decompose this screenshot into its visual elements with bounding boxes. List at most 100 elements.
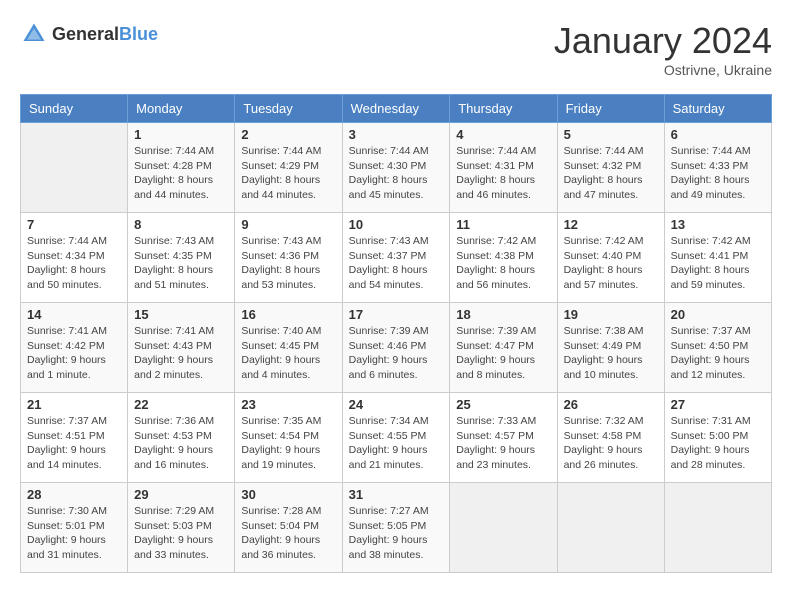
table-row: 11 Sunrise: 7:42 AMSunset: 4:38 PMDayligh…: [450, 213, 557, 303]
table-row: 19 Sunrise: 7:38 AMSunset: 4:49 PMDayligh…: [557, 303, 664, 393]
day-info: Sunrise: 7:39 AMSunset: 4:47 PMDaylight:…: [456, 324, 550, 383]
calendar-table: Sunday Monday Tuesday Wednesday Thursday…: [20, 94, 772, 573]
table-row: 16 Sunrise: 7:40 AMSunset: 4:45 PMDayligh…: [235, 303, 342, 393]
header-saturday: Saturday: [664, 95, 771, 123]
table-row: 25 Sunrise: 7:33 AMSunset: 4:57 PMDayligh…: [450, 393, 557, 483]
day-number: 16: [241, 307, 335, 322]
day-info: Sunrise: 7:44 AMSunset: 4:33 PMDaylight:…: [671, 144, 765, 203]
table-row: [450, 483, 557, 573]
day-number: 19: [564, 307, 658, 322]
table-row: 9 Sunrise: 7:43 AMSunset: 4:36 PMDaylight…: [235, 213, 342, 303]
table-row: 29Sunrise: 7:29 AMSunset: 5:03 PMDayligh…: [128, 483, 235, 573]
logo-text-blue: Blue: [119, 24, 158, 44]
table-row: 8 Sunrise: 7:43 AMSunset: 4:35 PMDaylight…: [128, 213, 235, 303]
day-info: Sunrise: 7:44 AMSunset: 4:29 PMDaylight:…: [241, 144, 335, 203]
day-info: Sunrise: 7:44 AMSunset: 4:28 PMDaylight:…: [134, 144, 228, 203]
day-info: Sunrise: 7:31 AMSunset: 5:00 PMDaylight:…: [671, 414, 765, 473]
table-row: 12 Sunrise: 7:42 AMSunset: 4:40 PMDayligh…: [557, 213, 664, 303]
day-info: Sunrise: 7:40 AMSunset: 4:45 PMDaylight:…: [241, 324, 335, 383]
day-number: 29: [134, 487, 228, 502]
table-row: 20 Sunrise: 7:37 AMSunset: 4:50 PMDayligh…: [664, 303, 771, 393]
day-info: Sunrise: 7:41 AMSunset: 4:43 PMDaylight:…: [134, 324, 228, 383]
day-number: 31: [349, 487, 444, 502]
day-info: Sunrise: 7:43 AMSunset: 4:37 PMDaylight:…: [349, 234, 444, 293]
header-wednesday: Wednesday: [342, 95, 450, 123]
day-info: Sunrise: 7:43 AMSunset: 4:36 PMDaylight:…: [241, 234, 335, 293]
day-info: Sunrise: 7:44 AMSunset: 4:31 PMDaylight:…: [456, 144, 550, 203]
day-info: Sunrise: 7:35 AMSunset: 4:54 PMDaylight:…: [241, 414, 335, 473]
day-info: Sunrise: 7:38 AMSunset: 4:49 PMDaylight:…: [564, 324, 658, 383]
header-sunday: Sunday: [21, 95, 128, 123]
header-monday: Monday: [128, 95, 235, 123]
day-number: 24: [349, 397, 444, 412]
table-row: 26 Sunrise: 7:32 AMSunset: 4:58 PMDayligh…: [557, 393, 664, 483]
table-row: 2Sunrise: 7:44 AMSunset: 4:29 PMDaylight…: [235, 123, 342, 213]
day-number: 1: [134, 127, 228, 142]
day-number: 20: [671, 307, 765, 322]
day-number: 23: [241, 397, 335, 412]
table-row: 4 Sunrise: 7:44 AMSunset: 4:31 PMDaylight…: [450, 123, 557, 213]
table-row: 24 Sunrise: 7:34 AMSunset: 4:55 PMDayligh…: [342, 393, 450, 483]
table-row: 18 Sunrise: 7:39 AMSunset: 4:47 PMDayligh…: [450, 303, 557, 393]
day-number: 25: [456, 397, 550, 412]
day-info: Sunrise: 7:33 AMSunset: 4:57 PMDaylight:…: [456, 414, 550, 473]
table-row: [21, 123, 128, 213]
day-number: 3: [349, 127, 444, 142]
day-info: Sunrise: 7:43 AMSunset: 4:35 PMDaylight:…: [134, 234, 228, 293]
title-block: January 2024 Ostrivne, Ukraine: [554, 20, 772, 78]
day-number: 21: [27, 397, 121, 412]
day-number: 8: [134, 217, 228, 232]
day-info: Sunrise: 7:37 AMSunset: 4:50 PMDaylight:…: [671, 324, 765, 383]
table-row: 23 Sunrise: 7:35 AMSunset: 4:54 PMDayligh…: [235, 393, 342, 483]
day-number: 28: [27, 487, 121, 502]
day-number: 7: [27, 217, 121, 232]
table-row: 17 Sunrise: 7:39 AMSunset: 4:46 PMDayligh…: [342, 303, 450, 393]
day-number: 27: [671, 397, 765, 412]
day-info: Sunrise: 7:39 AMSunset: 4:46 PMDaylight:…: [349, 324, 444, 383]
table-row: [664, 483, 771, 573]
logo: GeneralBlue: [20, 20, 158, 48]
table-row: 28 Sunrise: 7:30 AMSunset: 5:01 PMDayligh…: [21, 483, 128, 573]
location-title: Ostrivne, Ukraine: [554, 62, 772, 78]
header-friday: Friday: [557, 95, 664, 123]
day-info: Sunrise: 7:44 AMSunset: 4:32 PMDaylight:…: [564, 144, 658, 203]
day-info: Sunrise: 7:32 AMSunset: 4:58 PMDaylight:…: [564, 414, 658, 473]
table-row: 10 Sunrise: 7:43 AMSunset: 4:37 PMDayligh…: [342, 213, 450, 303]
day-number: 17: [349, 307, 444, 322]
day-info: Sunrise: 7:37 AMSunset: 4:51 PMDaylight:…: [27, 414, 121, 473]
weekday-header-row: Sunday Monday Tuesday Wednesday Thursday…: [21, 95, 772, 123]
table-row: 14Sunrise: 7:41 AMSunset: 4:42 PMDayligh…: [21, 303, 128, 393]
day-info: Sunrise: 7:42 AMSunset: 4:40 PMDaylight:…: [564, 234, 658, 293]
table-row: 21 Sunrise: 7:37 AMSunset: 4:51 PMDayligh…: [21, 393, 128, 483]
day-info: Sunrise: 7:42 AMSunset: 4:38 PMDaylight:…: [456, 234, 550, 293]
table-row: 30Sunrise: 7:28 AMSunset: 5:04 PMDayligh…: [235, 483, 342, 573]
day-info: Sunrise: 7:44 AMSunset: 4:30 PMDaylight:…: [349, 144, 444, 203]
header-tuesday: Tuesday: [235, 95, 342, 123]
day-number: 4: [456, 127, 550, 142]
day-number: 18: [456, 307, 550, 322]
day-number: 13: [671, 217, 765, 232]
table-row: 22Sunrise: 7:36 AMSunset: 4:53 PMDayligh…: [128, 393, 235, 483]
table-row: [557, 483, 664, 573]
calendar-week-row: 7Sunrise: 7:44 AMSunset: 4:34 PMDaylight…: [21, 213, 772, 303]
day-number: 5: [564, 127, 658, 142]
table-row: 6 Sunrise: 7:44 AMSunset: 4:33 PMDaylight…: [664, 123, 771, 213]
day-number: 12: [564, 217, 658, 232]
day-number: 15: [134, 307, 228, 322]
day-info: Sunrise: 7:42 AMSunset: 4:41 PMDaylight:…: [671, 234, 765, 293]
day-info: Sunrise: 7:28 AMSunset: 5:04 PMDaylight:…: [241, 504, 335, 563]
table-row: 13 Sunrise: 7:42 AMSunset: 4:41 PMDayligh…: [664, 213, 771, 303]
day-number: 11: [456, 217, 550, 232]
day-number: 6: [671, 127, 765, 142]
page-header: GeneralBlue January 2024 Ostrivne, Ukrai…: [20, 20, 772, 78]
table-row: 3 Sunrise: 7:44 AMSunset: 4:30 PMDaylight…: [342, 123, 450, 213]
day-number: 26: [564, 397, 658, 412]
day-number: 10: [349, 217, 444, 232]
day-info: Sunrise: 7:30 AMSunset: 5:01 PMDaylight:…: [27, 504, 121, 563]
table-row: 7Sunrise: 7:44 AMSunset: 4:34 PMDaylight…: [21, 213, 128, 303]
table-row: 31 Sunrise: 7:27 AMSunset: 5:05 PMDayligh…: [342, 483, 450, 573]
day-info: Sunrise: 7:27 AMSunset: 5:05 PMDaylight:…: [349, 504, 444, 563]
calendar-week-row: 1 Sunrise: 7:44 AMSunset: 4:28 PMDaylight…: [21, 123, 772, 213]
day-info: Sunrise: 7:34 AMSunset: 4:55 PMDaylight:…: [349, 414, 444, 473]
day-number: 9: [241, 217, 335, 232]
